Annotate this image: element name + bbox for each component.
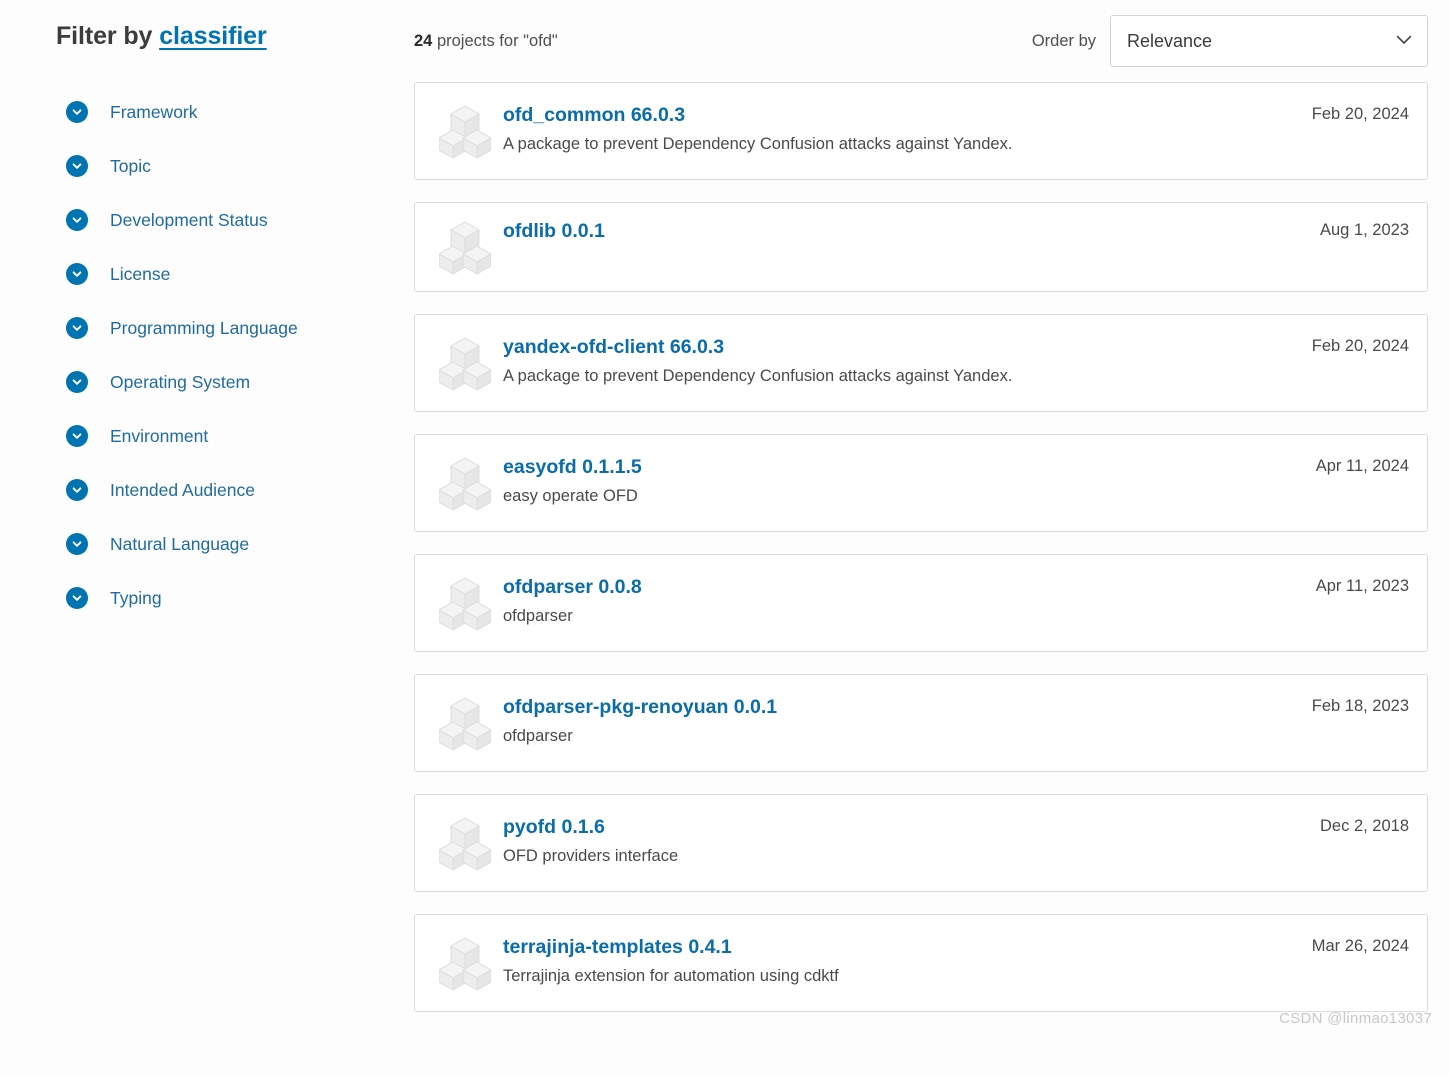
order-by-select[interactable]: Relevance [1110, 15, 1428, 67]
sidebar-item-intended-audience[interactable]: Intended Audience [66, 463, 400, 517]
chevron-down-icon [1396, 32, 1412, 50]
table-row[interactable]: easyofd 0.1.1.5 easy operate OFD Apr 11,… [414, 434, 1428, 532]
filter-category-list: Framework Topic Development Status Licen… [56, 85, 400, 625]
package-title-link[interactable]: ofd_common 66.0.3 [503, 103, 1294, 127]
result-count-suffix: projects for "ofd" [432, 31, 558, 50]
table-row[interactable]: pyofd 0.1.6 OFD providers interface Dec … [414, 794, 1428, 892]
order-by-selected-value: Relevance [1127, 30, 1213, 51]
table-row[interactable]: yandex-ofd-client 66.0.3 A package to pr… [414, 314, 1428, 412]
sidebar-item-license[interactable]: License [66, 247, 400, 301]
package-cubes-icon [437, 455, 493, 513]
watermark: CSDN @linmao13037 [1279, 1010, 1432, 1027]
sidebar-item-label: Programming Language [110, 317, 298, 338]
sidebar-item-label: Framework [110, 101, 198, 122]
sidebar-item-label: Intended Audience [110, 479, 255, 500]
package-date: Aug 1, 2023 [1320, 221, 1409, 239]
package-title-link[interactable]: ofdparser 0.0.8 [503, 575, 1298, 599]
package-date: Apr 11, 2024 [1315, 457, 1409, 475]
sidebar-item-label: Topic [110, 155, 151, 176]
package-cubes-icon [437, 335, 493, 393]
chevron-down-circle-icon [66, 479, 88, 501]
table-row[interactable]: ofdlib 0.0.1 Aug 1, 2023 [414, 202, 1428, 292]
sidebar-item-development-status[interactable]: Development Status [66, 193, 400, 247]
sidebar-item-label: Natural Language [110, 533, 250, 554]
sidebar-item-environment[interactable]: Environment [66, 409, 400, 463]
package-description: easy operate OFD [503, 487, 638, 506]
package-cubes-icon [437, 575, 493, 633]
result-body: yandex-ofd-client 66.0.3 A package to pr… [503, 333, 1294, 388]
chevron-down-circle-icon [66, 371, 88, 393]
result-body: pyofd 0.1.6 OFD providers interface [503, 813, 1302, 868]
sidebar-item-label: Environment [110, 425, 209, 446]
chevron-down-circle-icon [66, 263, 88, 285]
package-cubes-icon [437, 815, 493, 873]
package-date: Dec 2, 2018 [1320, 817, 1409, 835]
result-body: ofdparser-pkg-renoyuan 0.0.1 ofdparser [503, 693, 1294, 748]
table-row[interactable]: ofd_common 66.0.3 A package to prevent D… [414, 82, 1428, 180]
results-list: ofd_common 66.0.3 A package to prevent D… [400, 82, 1450, 1012]
chevron-down-circle-icon [66, 101, 88, 123]
table-row[interactable]: terrajinja-templates 0.4.1 Terrajinja ex… [414, 914, 1428, 1012]
chevron-down-circle-icon [66, 533, 88, 555]
sidebar-item-label: Operating System [110, 371, 251, 392]
package-cubes-icon [437, 695, 493, 753]
package-title-link[interactable]: pyofd 0.1.6 [503, 815, 1302, 839]
result-body: ofdlib 0.0.1 [503, 217, 1302, 243]
order-by-control: Order by Relevance [1032, 15, 1428, 67]
package-date: Apr 11, 2023 [1315, 577, 1409, 595]
sidebar-item-framework[interactable]: Framework [66, 85, 400, 139]
package-title-link[interactable]: yandex-ofd-client 66.0.3 [503, 335, 1294, 359]
sidebar-item-label: License [110, 263, 171, 284]
search-results-page: Filter by classifier Framework Topic Dev… [0, 0, 1450, 1075]
search-results-main: 24 projects for "ofd" Order by Relevance [400, 0, 1450, 1034]
package-description: OFD providers interface [503, 847, 679, 866]
package-cubes-icon [437, 935, 493, 993]
filter-sidebar-heading: Filter by classifier [56, 22, 400, 51]
chevron-down-circle-icon [66, 317, 88, 339]
sidebar-item-topic[interactable]: Topic [66, 139, 400, 193]
package-title-link[interactable]: terrajinja-templates 0.4.1 [503, 935, 1294, 959]
order-by-label: Order by [1031, 31, 1096, 50]
package-description: A package to prevent Dependency Confusio… [503, 367, 1013, 386]
package-cubes-icon [437, 219, 493, 277]
package-title-link[interactable]: ofdparser-pkg-renoyuan 0.0.1 [503, 695, 1294, 719]
filter-sidebar: Filter by classifier Framework Topic Dev… [0, 0, 400, 625]
chevron-down-circle-icon [66, 209, 88, 231]
sidebar-item-programming-language[interactable]: Programming Language [66, 301, 400, 355]
table-row[interactable]: ofdparser 0.0.8 ofdparser Apr 11, 2023 [414, 554, 1428, 652]
result-count-number: 24 [414, 31, 433, 50]
result-body: terrajinja-templates 0.4.1 Terrajinja ex… [503, 933, 1294, 988]
result-body: easyofd 0.1.1.5 easy operate OFD [503, 453, 1298, 508]
package-description: A package to prevent Dependency Confusio… [503, 135, 1013, 154]
chevron-down-circle-icon [66, 587, 88, 609]
classifier-link[interactable]: classifier [159, 22, 267, 50]
sidebar-item-natural-language[interactable]: Natural Language [66, 517, 400, 571]
result-body: ofd_common 66.0.3 A package to prevent D… [503, 101, 1294, 156]
results-header: 24 projects for "ofd" Order by Relevance [400, 0, 1450, 82]
filter-heading-prefix: Filter by [56, 22, 160, 50]
package-date: Mar 26, 2024 [1311, 937, 1409, 955]
chevron-down-circle-icon [66, 425, 88, 447]
package-title-link[interactable]: easyofd 0.1.1.5 [503, 455, 1298, 479]
sidebar-item-label: Development Status [110, 209, 268, 230]
package-description: ofdparser [503, 727, 573, 746]
package-date: Feb 20, 2024 [1311, 105, 1409, 123]
package-description: Terrajinja extension for automation usin… [503, 967, 839, 986]
sidebar-item-label: Typing [110, 587, 162, 608]
chevron-down-circle-icon [66, 155, 88, 177]
sidebar-item-typing[interactable]: Typing [66, 571, 400, 625]
package-title-link[interactable]: ofdlib 0.0.1 [503, 219, 1302, 243]
package-description: ofdparser [503, 607, 573, 626]
package-cubes-icon [437, 103, 493, 161]
table-row[interactable]: ofdparser-pkg-renoyuan 0.0.1 ofdparser F… [414, 674, 1428, 772]
package-date: Feb 20, 2024 [1311, 337, 1409, 355]
package-date: Feb 18, 2023 [1311, 697, 1409, 715]
result-body: ofdparser 0.0.8 ofdparser [503, 573, 1298, 628]
sidebar-item-operating-system[interactable]: Operating System [66, 355, 400, 409]
result-count: 24 projects for "ofd" [414, 32, 558, 51]
